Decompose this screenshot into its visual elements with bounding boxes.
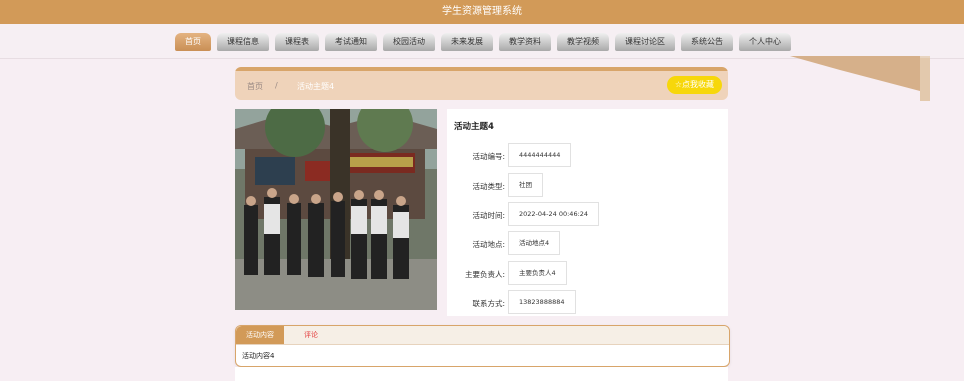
app-title: 学生资源管理系统	[442, 6, 522, 17]
field-label: 联系方式:	[472, 299, 505, 308]
breadcrumb-current: 活动主题4	[297, 82, 335, 91]
bottom-section	[235, 367, 728, 381]
decorative-ribbon	[790, 56, 930, 101]
field-value: 4444444444	[508, 143, 572, 167]
tab-comments[interactable]: 评论	[294, 326, 328, 344]
nav-item-forum[interactable]: 课程讨论区	[615, 33, 675, 51]
nav-item-announcements[interactable]: 系统公告	[681, 33, 733, 51]
nav-item-course-info[interactable]: 课程信息	[217, 33, 269, 51]
activity-title: 活动主题4	[454, 122, 494, 132]
nav-item-videos[interactable]: 教学视频	[557, 33, 609, 51]
breadcrumb-separator: /	[275, 81, 278, 90]
nav-item-materials[interactable]: 教学资料	[499, 33, 551, 51]
field-value: 13823888884	[508, 290, 576, 314]
nav-item-home[interactable]: 首页	[175, 33, 211, 51]
main-nav: 首页 课程信息 课程表 考试通知 校园活动 未来发展 教学资料 教学视频 课程讨…	[0, 24, 964, 59]
nav-item-timetable[interactable]: 课程表	[275, 33, 319, 51]
activity-detail-panel: 活动主题4 活动编号: 4444444444 活动类型: 社团 活动时间: 20…	[447, 109, 728, 316]
field-label: 活动地点:	[472, 240, 505, 249]
breadcrumb: 首页 / 活动主题4 ☆点我收藏	[235, 67, 728, 100]
field-value: 2022-04-24 00:46:24	[508, 202, 600, 226]
tabs-header: 活动内容 评论	[236, 326, 729, 345]
tab-content-text: 活动内容4	[242, 352, 275, 360]
nav-item-personal-center[interactable]: 个人中心	[739, 33, 791, 51]
field-label: 活动编号:	[472, 152, 505, 161]
field-value: 活动地点4	[508, 231, 561, 255]
content-tabs: 活动内容 评论 活动内容4	[235, 325, 730, 367]
field-label: 主要负责人:	[464, 270, 505, 279]
field-value: 主要负责人4	[508, 261, 567, 285]
field-label: 活动时间:	[472, 211, 505, 220]
field-value: 社团	[508, 173, 543, 197]
app-title-bar: 学生资源管理系统	[0, 0, 964, 24]
favorite-button[interactable]: ☆点我收藏	[666, 76, 722, 94]
nav-item-campus-activity[interactable]: 校园活动	[383, 33, 435, 51]
nav-item-exam-notice[interactable]: 考试通知	[325, 33, 377, 51]
breadcrumb-home-link[interactable]: 首页	[247, 81, 263, 92]
tab-activity-content[interactable]: 活动内容	[236, 326, 284, 344]
nav-item-future[interactable]: 未来发展	[441, 33, 493, 51]
field-label: 活动类型:	[472, 182, 505, 191]
activity-photo	[235, 109, 437, 310]
